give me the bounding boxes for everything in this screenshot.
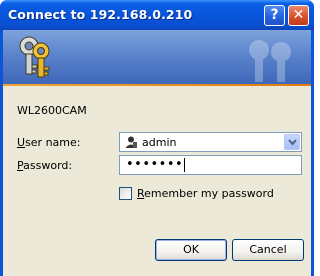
password-label: Password: [17, 159, 72, 172]
username-label: User name: [17, 136, 80, 149]
keys-icon [19, 36, 50, 78]
ok-button[interactable]: OK [155, 239, 227, 261]
username-label-accel: U [17, 136, 26, 149]
username-value: admin [142, 136, 177, 149]
cancel-button[interactable]: Cancel [232, 239, 304, 261]
keys-watermark-icon [249, 40, 291, 82]
chevron-down-icon [288, 139, 297, 146]
password-field[interactable]: ••••••• [119, 155, 302, 175]
password-label-text: assword: [23, 159, 73, 172]
remember-password-label[interactable]: Remember my password [137, 187, 274, 200]
help-button[interactable]: ? [264, 5, 285, 26]
password-value: ••••••• [126, 157, 184, 172]
close-button[interactable]: ✕ [288, 5, 309, 26]
dialog-title: Connect to 192.168.0.210 [8, 7, 193, 22]
username-combobox[interactable]: admin [119, 132, 302, 152]
banner-divider [3, 84, 311, 86]
text-caret [184, 158, 185, 172]
remember-label-text: emember my password [144, 187, 274, 200]
remember-password-checkbox[interactable] [119, 187, 132, 200]
user-icon [124, 135, 138, 149]
server-name: WL2600CAM [17, 104, 87, 117]
username-dropdown-button[interactable] [284, 134, 300, 150]
banner [3, 30, 311, 84]
title-bar[interactable]: Connect to 192.168.0.210 ? ✕ [0, 0, 314, 30]
login-dialog: Connect to 192.168.0.210 ? ✕ WL2600CAM U… [0, 0, 314, 276]
username-label-text: ser name: [25, 136, 81, 149]
